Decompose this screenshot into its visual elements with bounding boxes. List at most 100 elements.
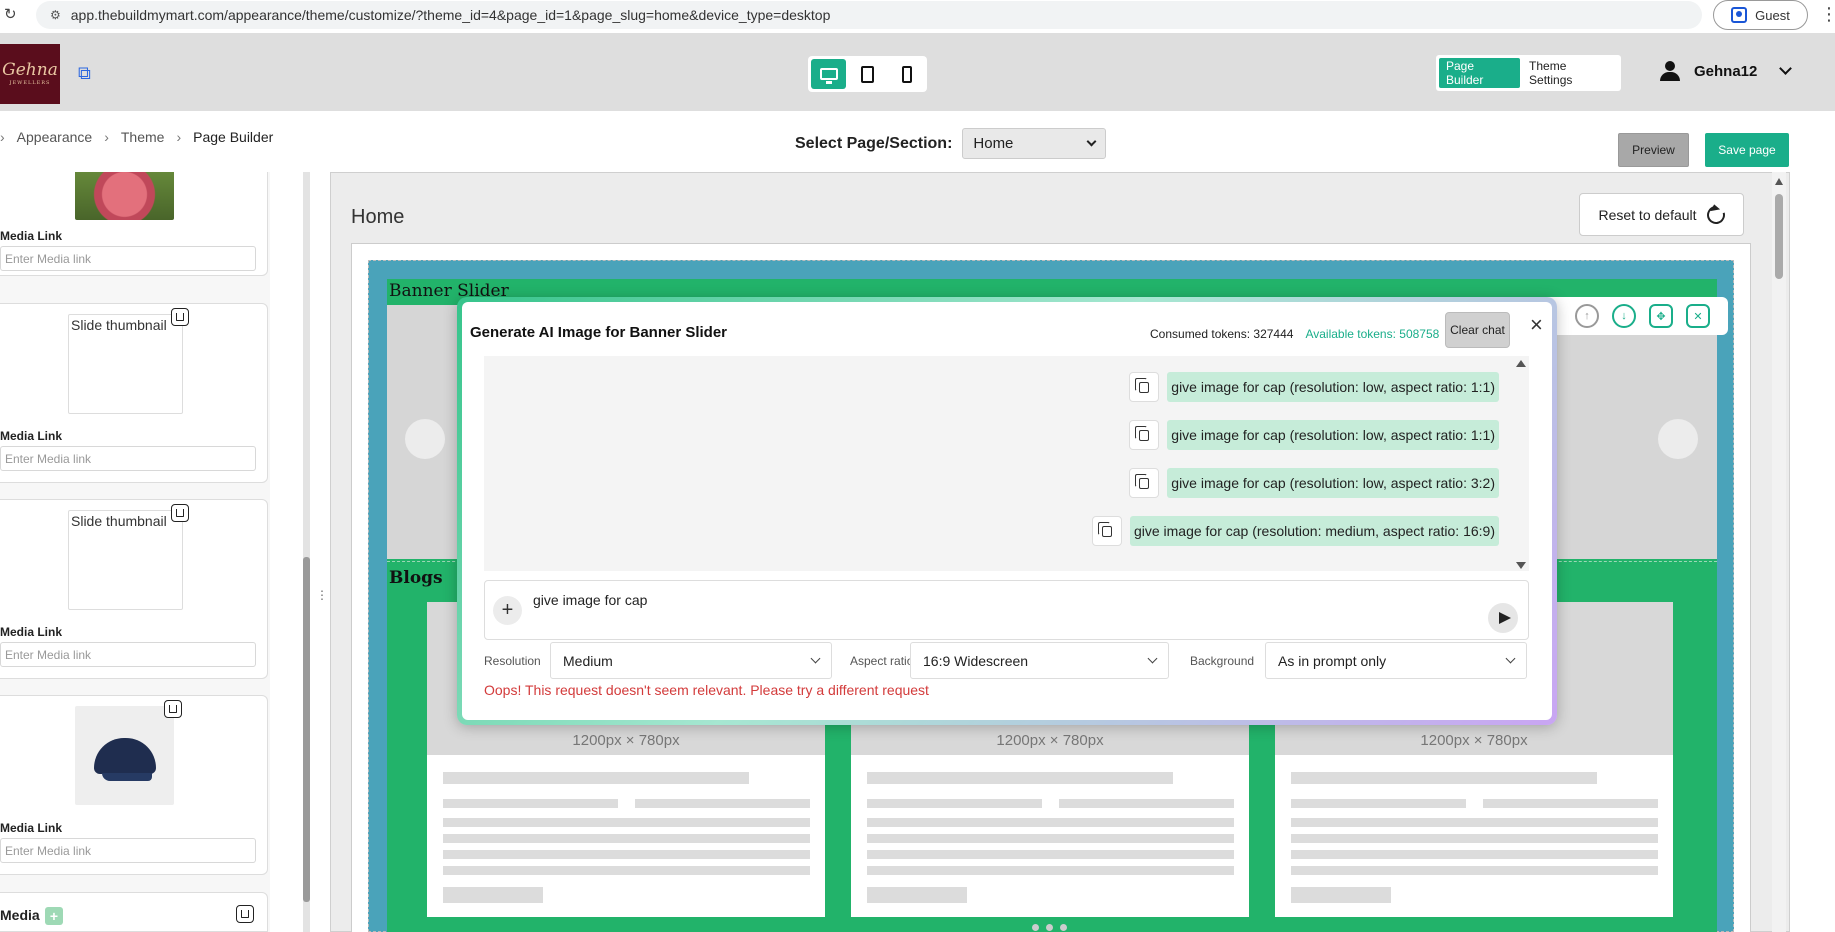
logo-subtext: JEWELLERS (9, 80, 51, 86)
media-link-input[interactable]: Enter Media link (0, 246, 256, 271)
copy-icon (1135, 425, 1150, 441)
trash-icon[interactable] (164, 700, 182, 718)
desktop-icon (819, 68, 838, 84)
copy-button[interactable] (1091, 516, 1122, 546)
send-button[interactable] (1488, 603, 1518, 633)
breadcrumb-theme[interactable]: Theme (121, 129, 165, 145)
message-bubble: give image for cap (resolution: low, asp… (1167, 468, 1499, 498)
prompt-text: give image for cap (533, 592, 648, 608)
scroll-down-icon[interactable] (1516, 562, 1526, 569)
message-bubble: give image for cap (resolution: medium, … (1129, 516, 1499, 546)
mobile-icon (901, 65, 912, 83)
move-down-icon[interactable]: ↓ (1612, 304, 1636, 328)
dialog-body: Generate AI Image for Banner Slider Cons… (462, 302, 1552, 720)
copy-button[interactable] (1129, 372, 1160, 402)
ai-image-dialog: Generate AI Image for Banner Slider Cons… (457, 297, 1557, 725)
slider-next-button[interactable] (1658, 419, 1698, 459)
preview-button[interactable]: Preview (1618, 133, 1689, 167)
media-link-label: Media Link (0, 229, 63, 243)
resize-handle-icon[interactable]: ⋮ (316, 588, 328, 602)
close-icon[interactable]: × (1530, 314, 1543, 336)
mode-switcher: Page Builder Theme Settings (1436, 55, 1621, 91)
error-message: Oops! This request doesn't seem relevant… (484, 682, 929, 698)
breadcrumb: › Appearance › Theme › Page Builder (0, 129, 273, 145)
profile-icon (1731, 7, 1748, 23)
copy-icon (1097, 521, 1112, 537)
page-select-value: Home (973, 135, 1014, 152)
chevron-right-icon: › (0, 129, 5, 145)
move-icon[interactable]: ✥ (1649, 304, 1673, 328)
slide-thumbnail: Slide thumbnail (68, 314, 183, 414)
site-info-icon[interactable]: ⚙ (50, 8, 61, 22)
trash-icon[interactable] (171, 504, 189, 522)
copy-button[interactable] (1129, 468, 1160, 498)
tab-page-builder[interactable]: Page Builder (1439, 58, 1521, 88)
media-section-footer: Media + (0, 892, 268, 932)
remove-section-icon[interactable]: ✕ (1686, 304, 1710, 328)
background-select[interactable]: As in prompt only (1265, 642, 1527, 679)
canvas-title: Home (351, 206, 405, 228)
browser-menu-icon[interactable]: ⋮ (1820, 4, 1835, 25)
trash-icon[interactable] (171, 308, 189, 326)
device-switcher (808, 56, 927, 92)
consumed-tokens: Consumed tokens: 327444 (1150, 327, 1294, 341)
address-bar[interactable]: ⚙ app.thebuildmymart.com/appearance/them… (36, 1, 1702, 29)
url-text: app.thebuildmymart.com/appearance/theme/… (70, 7, 831, 23)
desktop-view-button[interactable] (811, 59, 846, 89)
app-header: Gehna JEWELLERS ⧉ Page Builder Theme Set… (0, 33, 1835, 111)
tab-theme-settings[interactable]: Theme Settings (1522, 58, 1618, 88)
move-up-icon[interactable]: ↑ (1575, 304, 1599, 328)
scroll-up-icon[interactable] (1775, 178, 1783, 185)
chat-message: give image for cap (resolution: low, asp… (1129, 468, 1499, 498)
prompt-input[interactable]: + give image for cap (484, 580, 1529, 640)
scrollbar-thumb[interactable] (1775, 194, 1783, 279)
logo-text: Gehna (2, 60, 58, 80)
trash-icon[interactable] (236, 905, 254, 923)
chevron-right-icon: › (104, 129, 109, 145)
chevron-right-icon: › (176, 129, 182, 145)
slider-prev-button[interactable] (405, 419, 445, 459)
save-page-button[interactable]: Save page (1705, 133, 1789, 167)
chat-scrollbar[interactable] (1513, 356, 1527, 571)
reload-icon[interactable]: ↻ (4, 5, 17, 23)
sidebar-scrollbar[interactable] (303, 172, 310, 932)
store-logo[interactable]: Gehna JEWELLERS (0, 44, 60, 104)
reset-to-default-button[interactable]: Reset to default (1579, 193, 1744, 236)
resolution-label: Resolution (484, 654, 541, 668)
breadcrumb-page-builder: Page Builder (193, 129, 274, 145)
mobile-view-button[interactable] (889, 59, 924, 89)
media-label: Media (0, 907, 40, 923)
page-select-dropdown[interactable]: Home (962, 128, 1107, 159)
external-link-icon[interactable]: ⧉ (78, 63, 91, 84)
aspect-ratio-select[interactable]: 16:9 Widescreen (910, 642, 1169, 679)
media-link-input[interactable]: Enter Media link (0, 642, 256, 667)
tablet-view-button[interactable] (850, 59, 885, 89)
slide-thumbnail: Slide thumbnail (68, 510, 183, 610)
resolution-select[interactable]: Medium (550, 642, 832, 679)
guest-profile-button[interactable]: Guest (1713, 0, 1808, 30)
generation-options: Resolution Medium Aspect ratio 16:9 Wide… (484, 642, 1529, 679)
media-link-input[interactable]: Enter Media link (0, 446, 256, 471)
add-media-icon[interactable]: + (45, 907, 63, 925)
chat-history[interactable]: give image for cap (resolution: low, asp… (484, 356, 1529, 571)
chat-message: give image for cap (resolution: low, asp… (1129, 372, 1499, 402)
media-sidebar: Media Link Enter Media link Slide thumbn… (0, 172, 270, 932)
breadcrumb-appearance[interactable]: Appearance (17, 129, 93, 145)
attach-plus-icon[interactable]: + (493, 596, 522, 625)
copy-button[interactable] (1129, 420, 1160, 450)
user-icon (1660, 61, 1680, 81)
media-link-input[interactable]: Enter Media link (0, 838, 256, 863)
scroll-up-icon[interactable] (1516, 360, 1526, 367)
token-usage: Consumed tokens: 327444 Available tokens… (1150, 327, 1439, 341)
caret-down-icon (1086, 136, 1097, 147)
available-tokens: Available tokens: 508758 (1305, 327, 1440, 341)
scrollbar-thumb[interactable] (303, 557, 310, 902)
user-menu[interactable]: Gehna12 (1660, 61, 1793, 81)
copy-icon (1135, 473, 1150, 489)
carousel-dots[interactable] (1032, 924, 1067, 931)
clear-chat-button[interactable]: Clear chat (1445, 312, 1510, 348)
media-card: Media Link Enter Media link (0, 172, 268, 276)
chevron-down-icon (1147, 653, 1158, 664)
canvas-scrollbar[interactable] (1772, 172, 1786, 932)
cap-thumbnail (75, 706, 174, 805)
